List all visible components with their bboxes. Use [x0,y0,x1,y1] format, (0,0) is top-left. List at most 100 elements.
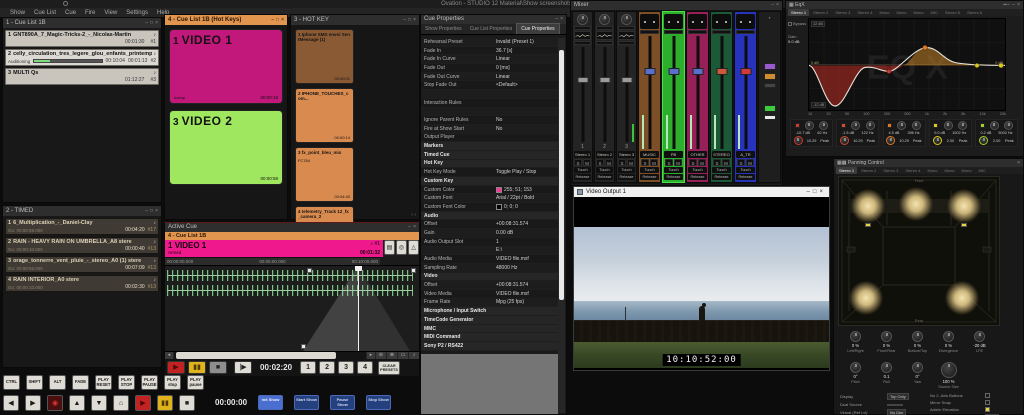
property-row[interactable]: Fade In CurveLinear [421,55,559,64]
mute-button[interactable]: M [605,159,613,166]
touch-button[interactable]: Touch [736,167,755,173]
mixer-side-button[interactable] [764,105,776,112]
channel-fader[interactable] [596,47,613,142]
hotkey-cue-card[interactable]: 1VIDEO 1 tcomp 00:00:19 [169,29,283,104]
mixer-bus-strip[interactable]: MUSIC S M Touch Release [638,11,661,183]
bus-routing-box[interactable] [736,14,755,29]
minimize-icon[interactable]: – [555,16,558,22]
touch-button[interactable]: Touch [688,167,707,173]
channel-tab[interactable]: Mono [959,167,975,174]
fader-handle[interactable] [716,68,727,75]
solo-button[interactable]: S [574,159,582,166]
pan-knob[interactable] [941,362,957,378]
dynamics-thumbnail[interactable] [574,41,591,45]
mixer-side-button[interactable] [764,115,776,120]
lock-icon[interactable]: △ [408,240,419,255]
touch-button[interactable]: Touch [574,167,591,173]
show-control-button[interactable]: Stop Show [366,395,391,410]
band-gain-knob[interactable] [897,121,906,130]
property-row[interactable]: Offset+00:08:31.574 [421,220,559,229]
band-gain-knob[interactable] [944,121,953,130]
cue-row[interactable]: 1 GNT890A_7_Magic-Tricks-2_-_Nicolas-Mar… [5,30,159,47]
fader-handle[interactable] [740,68,751,75]
setting-value-chip[interactable] [887,404,903,406]
scroll-right-icon[interactable]: ▸ [367,352,375,359]
property-row[interactable]: Video [421,273,559,282]
setting-value-chip[interactable]: Top Only [887,393,909,400]
property-row[interactable]: Microphone / Input Switch [421,307,559,316]
zoom-in-icon[interactable]: ⊕ [387,352,397,359]
close-icon[interactable]: × [819,189,826,195]
hotkey-cue-card[interactable]: 1 Iphone SMS envoi SentMessage (1) 00:00… [295,29,354,84]
gain-value[interactable]: 0.0 dB [788,39,807,44]
next-cue-button[interactable]: ▶ [25,395,41,411]
minimize-icon[interactable]: – [403,17,406,23]
input-select[interactable] [618,26,635,30]
release-button[interactable]: Release [736,174,755,180]
property-row[interactable]: Ignore Parent RulesNo [421,116,559,125]
bus-routing-box[interactable] [664,14,683,29]
property-row[interactable]: E:\ [421,247,559,256]
property-row[interactable]: MIDI Command [421,333,559,342]
channel-tab[interactable]: Stereo 6 [964,9,985,16]
step-forward-button[interactable]: |▶ [234,361,252,374]
property-row[interactable]: Timed Cue [421,151,559,160]
band-enable-button[interactable] [795,123,800,128]
menu-item[interactable]: View [104,10,117,16]
menu-item[interactable]: Cue [65,10,76,16]
mute-button[interactable]: M [650,159,658,166]
mixer-side-button[interactable] [764,83,776,88]
band-freq-knob[interactable] [866,121,875,130]
scrollbar-thumb[interactable] [176,352,336,359]
bus-routing-box[interactable] [688,14,707,29]
channel-tab[interactable]: Stereo 2 [858,167,879,174]
hotkey-cue-card[interactable]: 3 fx_point_bleu_mix FC784 00:04:40 [295,147,354,202]
property-row[interactable]: Fade In36.7 [s] [421,47,559,56]
move-up-button[interactable]: ▲ [69,395,85,411]
band-freq-knob[interactable] [1004,121,1013,130]
close-icon[interactable]: × [1017,159,1020,167]
channel-tab[interactable]: Mono [911,9,927,16]
menu-item[interactable]: Show [10,10,25,16]
close-icon[interactable]: × [776,2,779,8]
maximize-icon[interactable]: □ [276,17,279,23]
mute-button[interactable]: M [674,159,682,166]
active-cue-bar[interactable]: 1 VIDEO 1 Armed ♪ #1 00:01:32 [165,240,383,257]
band-freq-knob[interactable] [819,121,828,130]
channel-tab[interactable]: Mono [877,9,893,16]
solo-button[interactable]: S [713,159,721,166]
mixer-bus-strip[interactable]: OTHER S M Touch Release [686,11,709,183]
mixer-input-strip[interactable]: 3 Stereo 3 S M Touch Release [616,11,637,183]
property-row[interactable]: Rehearsal PresetInvalid (Preset 1) [421,38,559,47]
timeline-ruler[interactable]: 00:00:00.00000:05:00.00000:10:00.000 [165,257,380,265]
property-row[interactable]: Audio MediaVIDEO file.mxf [421,255,559,264]
function-key[interactable]: SHIFT [26,375,43,390]
preset-button[interactable]: 2 [319,361,335,374]
function-key[interactable]: PLAY stop [164,375,181,390]
timeline-waveform-area[interactable] [165,265,419,351]
band-gain-knob[interactable] [805,121,814,130]
property-row[interactable]: Custom FontArial / 22pt / Bold [421,194,559,203]
fader-handle[interactable] [668,68,679,75]
solo-button[interactable]: S [596,159,604,166]
mixer-input-strip[interactable]: 2 Stereo 2 S M Touch Release [594,11,615,183]
properties-tab[interactable]: Cue List Properties [466,24,517,34]
eq-curve-thumbnail[interactable] [618,31,635,40]
band-gain-knob[interactable] [990,121,999,130]
bus-fader[interactable] [688,36,707,149]
close-icon[interactable]: × [1017,2,1020,8]
speaker-orb-center[interactable] [899,187,933,221]
maximize-icon[interactable]: □ [150,20,153,26]
minimize-icon[interactable]: – [408,224,411,230]
property-row[interactable]: Custom Key [421,177,559,186]
setting-checkbox[interactable] [985,400,990,405]
scroll-left-icon[interactable]: ◂ [165,352,173,359]
surround-room-view[interactable]: Front Rear [838,176,1000,326]
band-q-knob[interactable] [794,136,803,145]
band-enable-button[interactable] [980,123,985,128]
preset-button[interactable]: 1 [300,361,316,374]
channel-tab[interactable]: Stereo 3 [880,167,901,174]
close-icon[interactable]: × [413,17,416,23]
bus-fader[interactable] [712,36,731,149]
solo-button[interactable]: S [665,159,673,166]
